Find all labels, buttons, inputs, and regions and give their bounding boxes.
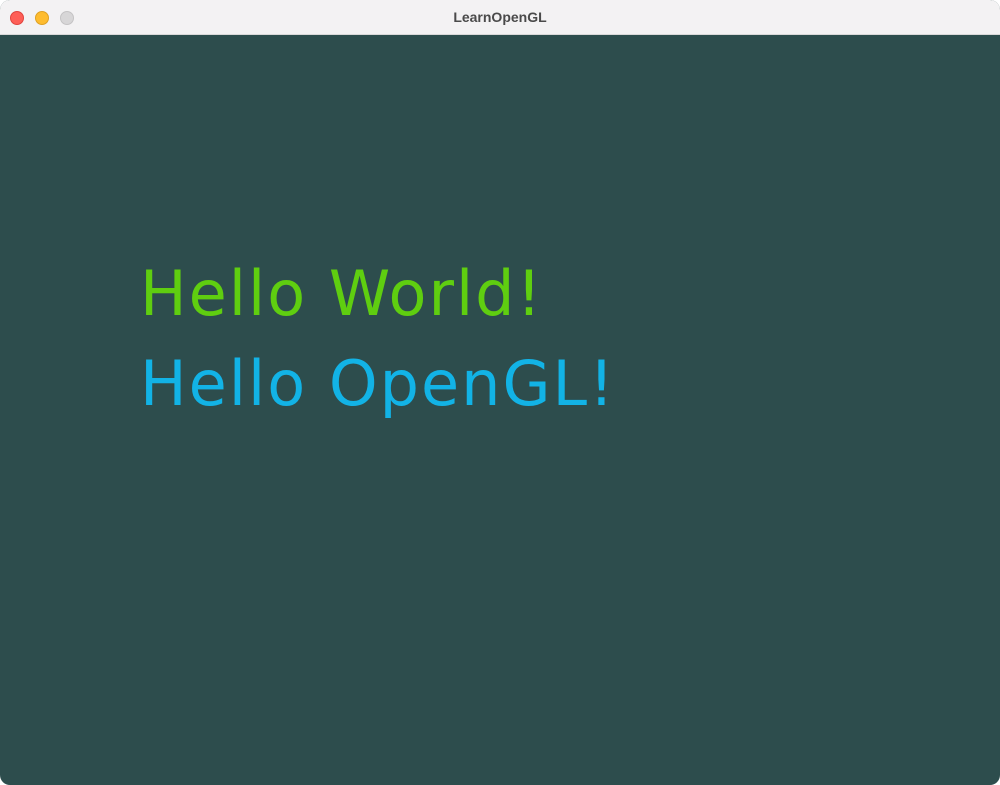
app-window: LearnOpenGL Hello World! Hello OpenGL! xyxy=(0,0,1000,785)
window-title: LearnOpenGL xyxy=(453,9,547,25)
title-bar[interactable]: LearnOpenGL xyxy=(0,0,1000,35)
hello-world-text: Hello World! xyxy=(140,257,544,330)
hello-opengl-text: Hello OpenGL! xyxy=(140,347,616,420)
gl-viewport[interactable]: Hello World! Hello OpenGL! xyxy=(0,35,1000,785)
